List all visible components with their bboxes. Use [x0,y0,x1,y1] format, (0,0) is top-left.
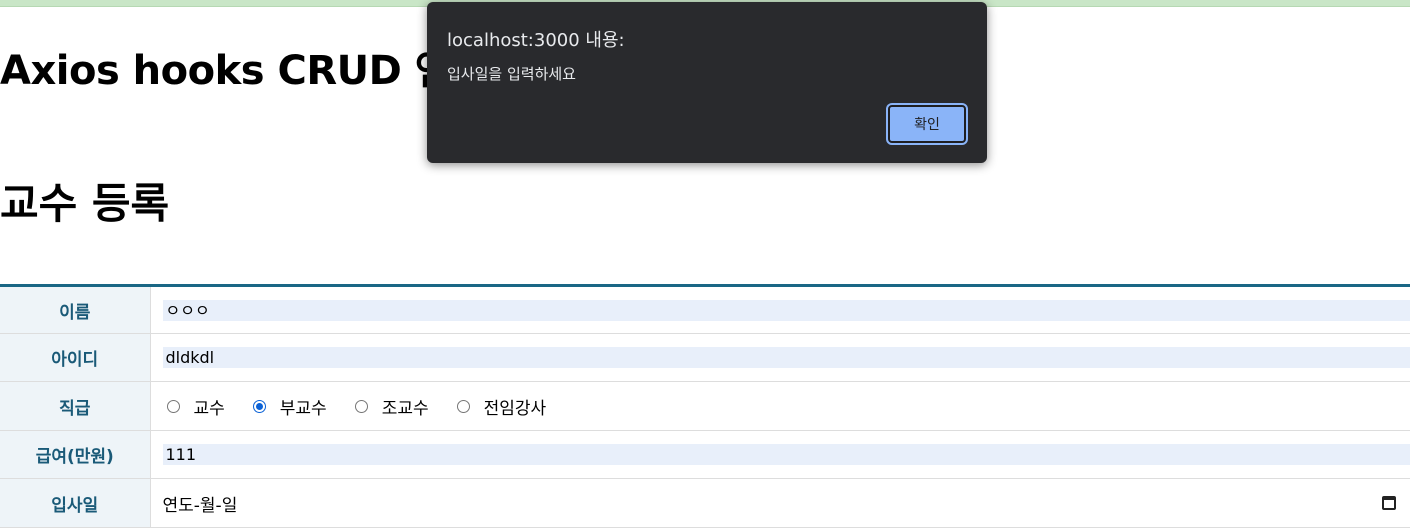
form-row-rank: 직급 교수 부교수 조교수 전임강사 [0,381,1410,431]
userid-label: 아이디 [0,333,151,382]
alert-message-text: 입사일을 입력하세요 [447,65,576,83]
radio-checked-icon[interactable] [252,399,266,413]
rank-option-associate[interactable]: 부교수 [249,394,327,419]
form-row-name: 이름 ㅇㅇㅇ [0,285,1410,334]
radio-unchecked-icon[interactable] [166,399,180,413]
rank-option-label: 전임강사 [483,398,547,419]
alert-ok-button[interactable]: 확인 [888,105,966,143]
calendar-icon[interactable] [1382,496,1396,510]
form-row-salary: 급여(만원) 111 [0,430,1410,479]
rank-option-label: 부교수 [279,398,327,419]
hiredate-label: 입사일 [0,478,151,528]
rank-option-lecturer[interactable]: 전임강사 [453,394,547,419]
form-row-hiredate: 입사일 연도-월-일 [0,478,1410,528]
radio-unchecked-icon[interactable] [354,399,368,413]
alert-dialog: localhost:3000 내용: 입사일을 입력하세요 확인 [427,2,987,163]
rank-option-label: 조교수 [381,398,429,419]
hiredate-input[interactable]: 연도-월-일 [163,479,1410,527]
page-title: Axios hooks CRUD 연습 [0,48,488,94]
rank-option-label: 교수 [193,398,225,419]
professor-form-table: 이름 ㅇㅇㅇ 아이디 dldkdl 직급 교수 부교수 조교수 전임강사 급여(… [0,284,1410,528]
rank-option-assistant[interactable]: 조교수 [351,394,429,419]
form-title: 교수 등록 [0,179,170,228]
rank-label: 직급 [0,381,151,431]
name-input[interactable]: ㅇㅇㅇ [162,299,1410,321]
alert-origin-text: localhost:3000 내용: [447,30,625,51]
rank-option-professor[interactable]: 교수 [163,394,225,419]
rank-radio-group: 교수 부교수 조교수 전임강사 [163,382,1410,430]
form-row-userid: 아이디 dldkdl [0,333,1410,382]
hiredate-placeholder: 연도-월-일 [162,495,238,516]
radio-unchecked-icon[interactable] [456,399,470,413]
name-label: 이름 [0,285,151,334]
userid-input[interactable]: dldkdl [162,347,1410,368]
salary-label: 급여(만원) [0,430,151,479]
salary-input[interactable]: 111 [162,444,1410,465]
